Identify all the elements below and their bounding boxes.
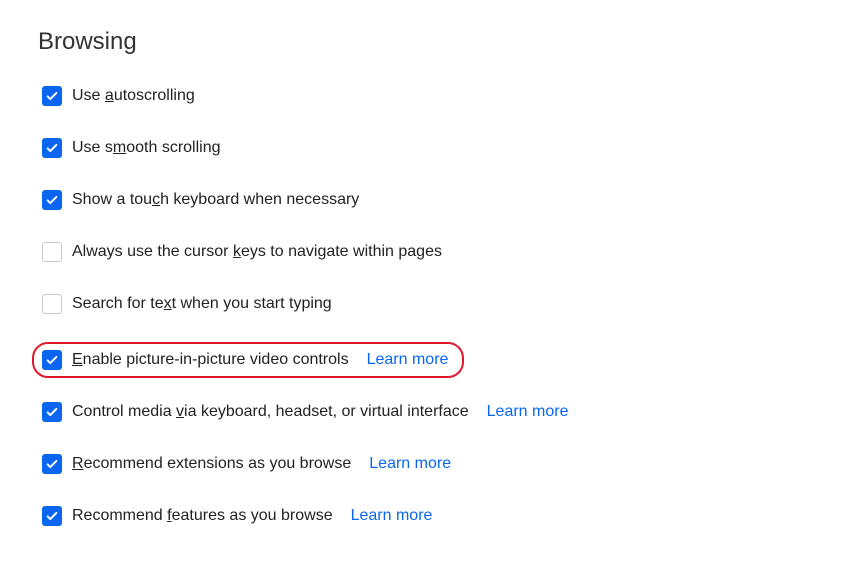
checkbox-media-control[interactable] [42,402,62,422]
option-smooth-scrolling: Use smooth scrolling [38,134,822,162]
learn-more-link-media[interactable]: Learn more [487,403,569,421]
option-touch-keyboard: Show a touch keyboard when necessary [38,186,822,214]
checkbox-search-text[interactable] [42,294,62,314]
check-icon [45,353,59,367]
learn-more-link-extensions[interactable]: Learn more [369,455,451,473]
browsing-section: Browsing Use autoscrolling Use smooth sc… [0,0,860,582]
option-label-touch-keyboard[interactable]: Show a touch keyboard when necessary [72,191,359,209]
option-label-recommend-extensions[interactable]: Recommend extensions as you browse [72,455,351,473]
checkbox-recommend-features[interactable] [42,506,62,526]
option-media-control: Control media via keyboard, headset, or … [38,398,822,426]
learn-more-link-pip[interactable]: Learn more [367,351,449,369]
check-icon [45,89,59,103]
checkbox-cursor-keys[interactable] [42,242,62,262]
option-autoscroll: Use autoscrolling [38,82,822,110]
option-label-recommend-features[interactable]: Recommend features as you browse [72,507,333,525]
option-label-smooth-scrolling[interactable]: Use smooth scrolling [72,139,221,157]
checkbox-pip[interactable] [42,350,62,370]
option-label-search-text[interactable]: Search for text when you start typing [72,295,332,313]
option-label-cursor-keys[interactable]: Always use the cursor keys to navigate w… [72,243,442,261]
section-title: Browsing [38,28,822,56]
option-label-pip[interactable]: Enable picture-in-picture video controls [72,351,349,369]
option-recommend-features: Recommend features as you browse Learn m… [38,502,822,530]
option-recommend-extensions: Recommend extensions as you browse Learn… [38,450,822,478]
option-search-text: Search for text when you start typing [38,290,822,318]
check-icon [45,457,59,471]
checkbox-recommend-extensions[interactable] [42,454,62,474]
option-cursor-keys: Always use the cursor keys to navigate w… [38,238,822,266]
checkbox-smooth-scrolling[interactable] [42,138,62,158]
option-label-autoscroll[interactable]: Use autoscrolling [72,87,195,105]
check-icon [45,509,59,523]
option-pip-highlighted: Enable picture-in-picture video controls… [32,342,464,378]
check-icon [45,405,59,419]
check-icon [45,141,59,155]
learn-more-link-features[interactable]: Learn more [351,507,433,525]
checkbox-autoscroll[interactable] [42,86,62,106]
option-label-media-control[interactable]: Control media via keyboard, headset, or … [72,403,469,421]
checkbox-touch-keyboard[interactable] [42,190,62,210]
check-icon [45,193,59,207]
